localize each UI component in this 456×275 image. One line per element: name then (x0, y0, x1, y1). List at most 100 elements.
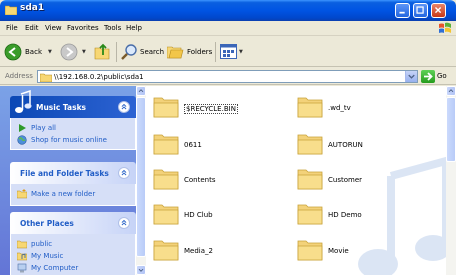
folder-icon (153, 97, 179, 118)
chevron-down-icon (138, 268, 144, 272)
scroll-up-button[interactable] (136, 86, 146, 96)
back-button[interactable]: Back ▼ (4, 42, 52, 62)
folder-label: HD Club (184, 211, 213, 219)
go-arrow-icon (424, 72, 433, 81)
folder-item[interactable]: .wd_tv (297, 95, 427, 129)
menu-help[interactable]: Help (126, 24, 142, 32)
music-tasks-panel: Music Tasks Play all Shop for music onli… (10, 90, 136, 150)
chevron-down-icon (408, 74, 415, 79)
chevron-up-icon (121, 103, 127, 110)
play-icon (19, 124, 26, 132)
up-folder-icon[interactable] (94, 42, 110, 60)
music-note-icon (15, 90, 32, 113)
address-input[interactable]: \\192.168.0.2\public\sda1 (37, 70, 418, 83)
minimize-button[interactable] (395, 3, 410, 18)
folder-item[interactable]: $RECYCLE.BIN (153, 95, 283, 129)
folder-item[interactable]: HD Club (153, 202, 283, 236)
folder-icon (297, 169, 323, 190)
collapse-button[interactable] (118, 167, 130, 179)
file-folder-tasks-body: Make a new folder (10, 184, 136, 206)
task-label[interactable]: Shop for music online (31, 136, 107, 144)
folder-icon (153, 240, 179, 261)
menu-bar: File Edit View Favorites Tools Help (0, 21, 456, 36)
place-my-computer[interactable]: My Computer (11, 262, 135, 274)
folder-item[interactable]: Customer (297, 167, 427, 201)
minimize-icon (399, 11, 405, 14)
new-folder-icon (17, 189, 27, 199)
search-label: Search (140, 48, 165, 56)
task-label[interactable]: Make a new folder (31, 190, 95, 198)
chevron-down-icon[interactable]: ▼ (48, 49, 52, 55)
folder-label: AUTORUN (328, 141, 363, 149)
scroll-thumb[interactable] (136, 97, 146, 257)
task-shop-music[interactable]: Shop for music online (11, 134, 135, 146)
music-tasks-title: Music Tasks (36, 103, 87, 112)
other-places-header[interactable]: Other Places (10, 212, 136, 234)
folders-label: Folders (187, 48, 213, 56)
title-bar: sda1 (0, 0, 456, 21)
folder-item[interactable]: HD Demo (297, 202, 427, 236)
menu-tools[interactable]: Tools (104, 24, 121, 32)
chevron-down-icon[interactable]: ▼ (239, 49, 243, 55)
file-list-scrollbar[interactable] (446, 86, 456, 275)
tasks-pane-scrollbar[interactable] (136, 86, 146, 275)
music-tasks-header[interactable]: Music Tasks (10, 90, 136, 118)
task-play-all[interactable]: Play all (11, 122, 135, 134)
back-label: Back (25, 48, 42, 56)
folder-item[interactable]: Media_2 (153, 238, 283, 272)
folder-item[interactable]: Movie (297, 238, 427, 272)
task-label[interactable]: Play all (31, 124, 56, 132)
file-folder-tasks-title: File and Folder Tasks (20, 169, 109, 178)
computer-icon (17, 263, 27, 273)
windows-logo-icon (439, 22, 451, 33)
scroll-thumb[interactable] (446, 97, 456, 162)
toolbar-separator (215, 42, 216, 62)
toolbar: Back ▼ ▼ Search Folders ▼ (0, 37, 456, 67)
views-icon (220, 44, 237, 59)
folder-item[interactable]: Contents (153, 167, 283, 201)
close-button[interactable] (431, 3, 446, 18)
scroll-down-button[interactable] (136, 265, 146, 275)
address-dropdown-button[interactable] (405, 71, 417, 82)
folder-item[interactable]: 0611 (153, 132, 283, 166)
forward-button[interactable]: ▼ (60, 42, 88, 62)
place-my-music[interactable]: My Music (11, 250, 135, 262)
search-button[interactable]: Search (121, 42, 165, 62)
folder-icon (153, 134, 179, 155)
globe-icon (17, 135, 27, 145)
go-button[interactable] (421, 70, 435, 83)
task-label[interactable]: public (31, 240, 52, 248)
menu-file[interactable]: File (6, 24, 18, 32)
task-label[interactable]: My Music (31, 252, 63, 260)
maximize-button[interactable] (413, 3, 428, 18)
address-bar: Address \\192.168.0.2\public\sda1 Go (0, 68, 456, 85)
task-make-new-folder[interactable]: Make a new folder (11, 188, 135, 200)
menu-view[interactable]: View (45, 24, 62, 32)
search-icon (121, 44, 137, 60)
folder-label: HD Demo (328, 211, 362, 219)
folder-icon (17, 240, 27, 249)
task-label[interactable]: My Computer (31, 264, 78, 272)
file-folder-tasks-header[interactable]: File and Folder Tasks (10, 162, 136, 184)
folder-item[interactable]: AUTORUN (297, 132, 427, 166)
folder-label: .wd_tv (328, 104, 351, 112)
tasks-pane: Music Tasks Play all Shop for music onli… (0, 86, 146, 275)
chevron-up-icon (448, 89, 454, 93)
other-places-panel: Other Places public My Music My Computer (10, 212, 136, 275)
menu-favorites[interactable]: Favorites (67, 24, 99, 32)
go-label[interactable]: Go (437, 72, 447, 80)
collapse-button[interactable] (118, 217, 130, 229)
chevron-up-icon (121, 169, 127, 176)
folder-label: 0611 (184, 141, 202, 149)
menu-edit[interactable]: Edit (25, 24, 39, 32)
place-public[interactable]: public (11, 238, 135, 250)
chevron-down-icon[interactable]: ▼ (82, 49, 86, 55)
collapse-button[interactable] (118, 101, 130, 113)
views-button[interactable]: ▼ (220, 42, 246, 62)
folder-icon (297, 240, 323, 261)
music-tasks-body: Play all Shop for music online (10, 118, 136, 150)
music-folder-icon (17, 252, 27, 261)
scroll-up-button[interactable] (446, 86, 456, 96)
folders-button[interactable]: Folders (167, 42, 213, 62)
folders-icon (167, 46, 184, 59)
